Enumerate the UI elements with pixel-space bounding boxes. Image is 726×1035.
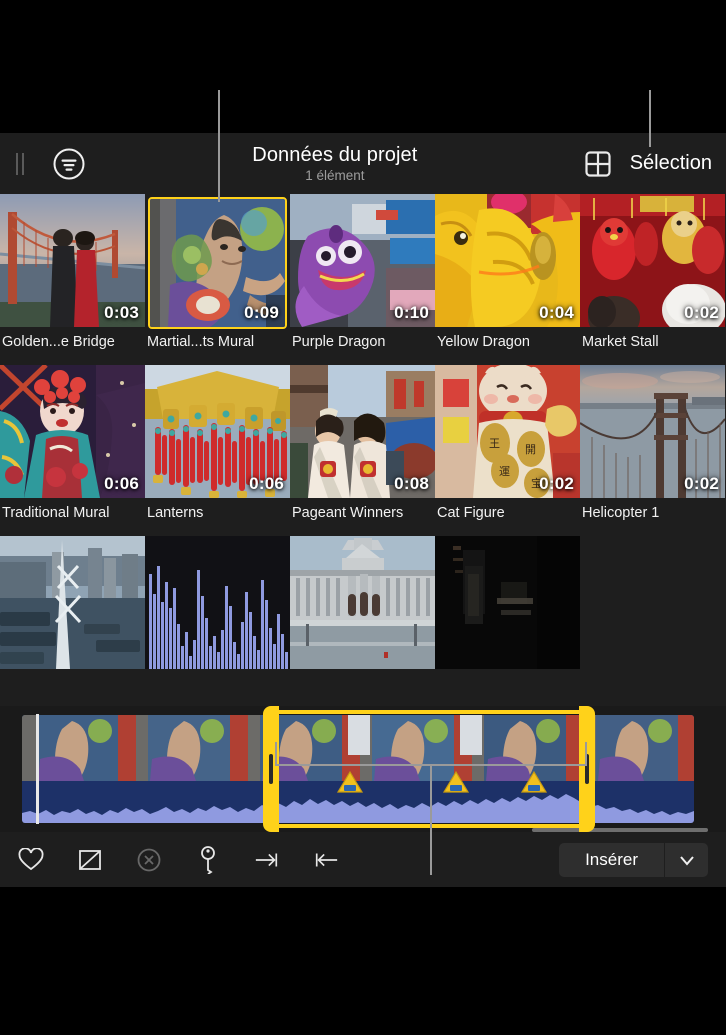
clip-duration: 0:06 [104,474,139,493]
browser-bottom-toolbar: Insérer [0,828,726,887]
clip-thumbnail[interactable]: 0:06 [145,365,290,498]
clip-thumbnail[interactable] [145,536,290,669]
chevron-down-icon [679,855,694,866]
clip-name: Cat Figure [437,505,505,521]
clip-name: Golden...e Bridge [2,334,115,350]
grid-row: 0:03 Golden...e Bridge 0:09 Martial...ts… [0,194,726,365]
project-title-block: Données du projet 1 élément [86,144,584,184]
insert-button[interactable]: Insérer [559,842,664,877]
keyword-button[interactable] [195,845,221,874]
insert-button-group[interactable]: Insérer [559,842,708,877]
handle-grip [269,754,273,784]
pause-icon[interactable] [14,152,26,175]
clip-cell-city-hall[interactable] [290,536,435,706]
item-count-label: 1 élément [305,168,365,184]
unrate-button[interactable] [136,847,162,873]
clip-duration: 0:04 [539,303,574,322]
clip-name: Martial...ts Mural [147,334,255,350]
clip-thumbnail[interactable]: 0:09 [148,197,287,329]
clip-duration: 0:02 [684,303,719,322]
clip-cell-golden-gate[interactable]: 0:03 Golden...e Bridge [0,194,145,365]
clip-thumbnail[interactable]: 0:03 [0,194,145,327]
trim-end-handle[interactable] [579,706,595,832]
clip-thumbnail[interactable] [290,536,435,669]
clip-cell-purple-dragon[interactable]: 0:10 Purple Dragon [290,194,435,365]
svg-text:開: 開 [525,443,536,456]
clip-thumbnail[interactable]: 0:04 [435,194,580,327]
clip-cell-cat-figure[interactable]: 王開 運宝 0:02 Cat Figure [435,365,580,536]
clip-name: Purple Dragon [292,334,386,350]
grid-row-partial [0,536,726,706]
filter-circle-icon[interactable] [52,147,86,181]
clip-thumbnail[interactable]: 0:02 [580,365,725,498]
clip-cell-helicopter-1[interactable]: 0:02 Helicopter 1 [580,365,725,536]
clip-cell-lanterns[interactable]: 0:06 Lanterns [145,365,290,536]
clip-thumbnail[interactable]: 0:06 [0,365,145,498]
clip-duration: 0:10 [394,303,429,322]
event-browser-panel: Données du projet 1 élément Sélection 0:… [0,133,726,887]
clip-cell-dark-interior[interactable] [435,536,580,706]
clip-duration: 0:03 [104,303,139,322]
clip-duration: 0:09 [244,303,279,322]
keyword-marker-icon[interactable] [442,770,470,794]
clip-name: Helicopter 1 [582,505,660,521]
callout-bracket-selection-range [275,742,587,766]
insert-dropdown-button[interactable] [664,842,708,877]
clip-thumbnail[interactable]: 0:10 [290,194,435,327]
clip-cell-pageant-winners[interactable]: 0:08 Pageant Winners [290,365,435,536]
callout-line-browser [218,90,220,202]
clip-duration: 0:02 [539,474,574,493]
set-start-button[interactable] [254,847,280,873]
clip-cell-martial-arts-mural[interactable]: 0:09 Martial...ts Mural [145,194,290,365]
keyword-marker-icon[interactable] [520,770,548,794]
clip-name: Market Stall [582,334,659,350]
clip-cell-audio-waveform[interactable] [145,536,290,706]
clip-cell-empty [580,536,725,706]
clip-filmstrip-timeline[interactable] [0,706,726,832]
clip-thumbnail[interactable]: 0:02 [580,194,725,327]
clip-thumbnail[interactable] [0,536,145,669]
selection-label[interactable]: Sélection [630,152,712,175]
clip-thumbnail[interactable]: 王開 運宝 0:02 [435,365,580,498]
callout-line-selection [649,90,651,147]
clip-cell-bay-bridge[interactable] [0,536,145,706]
trim-start-handle[interactable] [263,706,279,832]
clip-thumbnail[interactable] [435,536,580,669]
scrollbar-thumb[interactable] [532,828,708,832]
clip-cell-market-stall[interactable]: 0:02 Market Stall [580,194,725,365]
page-title: Données du projet [252,143,418,166]
clip-duration: 0:02 [684,474,719,493]
grid-row: 0:06 Traditional Mural 0:06 Lanterns 0:0… [0,365,726,536]
clip-name: Yellow Dragon [437,334,530,350]
audio-waveform-art [145,536,290,669]
city-hall-art [290,536,435,669]
clip-cell-yellow-dragon[interactable]: 0:04 Yellow Dragon [435,194,580,365]
clip-duration: 0:06 [249,474,284,493]
clip-thumbnail-grid[interactable]: 0:03 Golden...e Bridge 0:09 Martial...ts… [0,194,726,706]
clip-duration: 0:08 [394,474,429,493]
dark-interior-art [435,536,580,669]
callout-line-timeline-selection [430,765,432,875]
clip-thumbnail[interactable]: 0:08 [290,365,435,498]
clip-name: Pageant Winners [292,505,404,521]
clip-name: Lanterns [147,505,204,521]
clip-cell-traditional-mural[interactable]: 0:06 Traditional Mural [0,365,145,536]
set-end-button[interactable] [313,847,339,873]
reject-button[interactable] [77,847,103,873]
grid-view-icon[interactable] [584,150,612,178]
clip-name: Traditional Mural [2,505,110,521]
keyword-marker-icon[interactable] [336,770,364,794]
svg-text:王: 王 [489,438,500,450]
browser-toolbar: Données du projet 1 élément Sélection [0,133,726,194]
favorite-button[interactable] [18,847,44,873]
bay-bridge-aerial-art [0,536,145,669]
playhead[interactable] [36,714,39,824]
svg-text:運: 運 [499,465,510,478]
